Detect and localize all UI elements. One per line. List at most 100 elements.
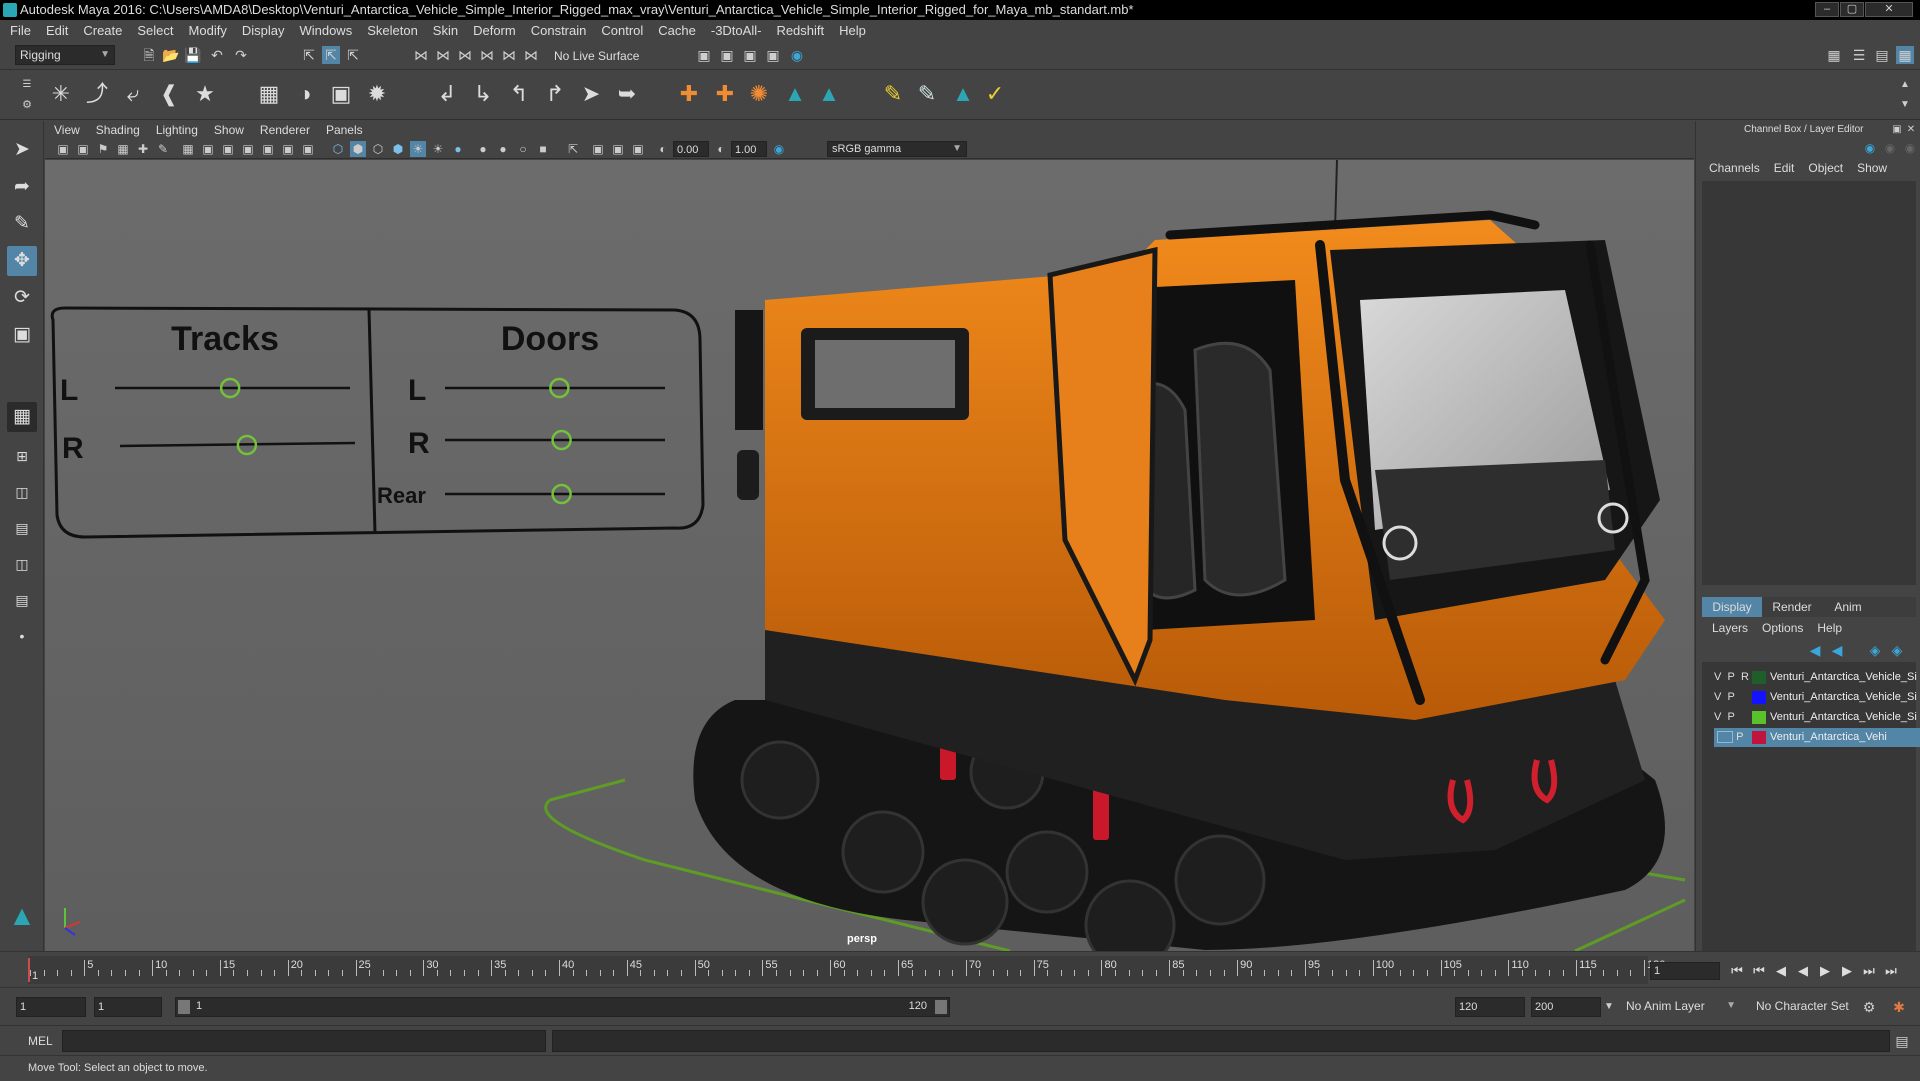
shelf-scroll-down-icon[interactable]: ▼	[1896, 96, 1914, 114]
layer-color-swatch[interactable]	[1752, 731, 1766, 744]
command-input[interactable]	[62, 1030, 546, 1052]
wireframe-icon[interactable]: ⬡	[330, 141, 346, 157]
new-scene-icon[interactable]: 🗎	[140, 46, 158, 64]
gamma-field[interactable]: 1.00	[731, 141, 767, 157]
menu-skin[interactable]: Skin	[433, 23, 458, 38]
render-view-icon[interactable]: ▣	[695, 46, 713, 64]
menu-help[interactable]: Help	[839, 23, 866, 38]
camera-select-icon[interactable]: ▣	[55, 141, 71, 157]
move-layer-up-icon[interactable]: ◀	[1806, 641, 1824, 659]
field-chart-icon[interactable]: ▣	[260, 141, 276, 157]
xray-joints-icon[interactable]: ○	[515, 141, 531, 157]
panel-menu-lighting[interactable]: Lighting	[156, 123, 198, 137]
safe-title-icon[interactable]: ▣	[300, 141, 316, 157]
parent-constraint-icon[interactable]: ↲	[432, 79, 462, 109]
step-forward-key-icon[interactable]: ⏭	[1860, 962, 1878, 980]
menu-redshift[interactable]: Redshift	[776, 23, 824, 38]
persp-viewport[interactable]: Tracks Doors L R L R Rear persp	[45, 160, 1694, 951]
humanik-icon[interactable]: ★	[190, 79, 220, 109]
mirror-joint-icon[interactable]: ❰	[154, 79, 184, 109]
script-editor-icon[interactable]: ▤	[1893, 1032, 1911, 1050]
single-pane-icon[interactable]: ▦	[7, 402, 37, 432]
smooth-bind-icon[interactable]: ✎	[912, 79, 942, 109]
curve-icon[interactable]: ✚	[710, 79, 740, 109]
layer-color-swatch[interactable]	[1752, 711, 1766, 724]
lasso-tool-icon[interactable]: ➦	[7, 172, 37, 202]
cluster-icon[interactable]: ✹	[362, 79, 392, 109]
ik-spline-icon[interactable]: ⤶	[118, 79, 148, 109]
color-management-icon[interactable]: ◉	[771, 141, 787, 157]
exposure-field[interactable]: 0.00	[673, 141, 709, 157]
ambient-occlusion-icon[interactable]: ●	[450, 141, 466, 157]
wireframe-on-shaded-icon[interactable]: ⬡	[370, 141, 386, 157]
layer-menu-help[interactable]: Help	[1817, 621, 1842, 637]
film-gate-icon[interactable]: ▣	[200, 141, 216, 157]
channel-menu-channels[interactable]: Channels	[1709, 161, 1760, 177]
redo-icon[interactable]: ↷	[232, 46, 250, 64]
channel-icon-1[interactable]: ◉	[1861, 139, 1879, 157]
shelf-settings-icon[interactable]: ⚙	[18, 96, 36, 114]
2d-pan-zoom-icon[interactable]: ✚	[135, 141, 151, 157]
hypershade-icon[interactable]: ◉	[788, 46, 806, 64]
lights-icon[interactable]: ☀	[410, 141, 426, 157]
shadows-icon[interactable]: ☀	[430, 141, 446, 157]
range-end-handle[interactable]	[935, 1000, 947, 1014]
menu-set-dropdown[interactable]: Rigging ▼	[15, 45, 115, 65]
custom-layout-icon[interactable]: •	[7, 621, 37, 651]
attribute-editor-icon[interactable]: ☰	[1850, 46, 1868, 64]
menu-modify[interactable]: Modify	[189, 23, 227, 38]
menu-cache[interactable]: Cache	[658, 23, 696, 38]
close-button[interactable]: ✕	[1865, 2, 1913, 17]
panel-menu-renderer[interactable]: Renderer	[260, 123, 310, 137]
menu-display[interactable]: Display	[242, 23, 285, 38]
playback-end-field[interactable]: 120	[1455, 997, 1525, 1017]
safe-action-icon[interactable]: ▣	[280, 141, 296, 157]
save-scene-icon[interactable]: 💾	[184, 46, 202, 64]
depth-of-field-icon[interactable]: ▣	[610, 141, 626, 157]
tab-display[interactable]: Display	[1702, 597, 1762, 617]
play-backward-icon[interactable]: ◀	[1794, 962, 1812, 980]
layer-menu-options[interactable]: Options	[1762, 621, 1803, 637]
layer-row[interactable]: V P Venturi_Antarctica_Vehicle_Si	[1714, 708, 1920, 727]
pole-vector-icon[interactable]: ➥	[612, 79, 642, 109]
p-toggle[interactable]: P	[1727, 691, 1734, 703]
scale-tool-icon[interactable]: ▣	[7, 320, 37, 350]
grid-icon[interactable]: ▦	[180, 141, 196, 157]
range-slider[interactable]: 1 120	[175, 997, 950, 1017]
menu-windows[interactable]: Windows	[299, 23, 352, 38]
layer-color-swatch[interactable]	[1752, 671, 1766, 684]
menu-edit[interactable]: Edit	[46, 23, 68, 38]
end-time-field[interactable]: 200	[1531, 997, 1601, 1017]
maya-tool-icon-2[interactable]: ▲	[814, 79, 844, 109]
go-to-start-icon[interactable]: ⏮	[1728, 962, 1746, 980]
panel-menu-view[interactable]: View	[54, 123, 80, 137]
live-surface-field[interactable]: No Live Surface	[550, 47, 650, 65]
rotate-tool-icon[interactable]: ⟳	[7, 283, 37, 313]
start-time-field[interactable]: 1	[16, 997, 86, 1017]
hud-icon[interactable]: ⇱	[565, 141, 581, 157]
menu-file[interactable]: File	[10, 23, 31, 38]
textured-icon[interactable]: ⬢	[390, 141, 406, 157]
p-toggle[interactable]: P	[1727, 671, 1734, 683]
current-time-marker[interactable]	[28, 958, 30, 982]
camera-attributes-icon[interactable]: ▣	[75, 141, 91, 157]
two-pane-icon[interactable]: ◫	[7, 477, 37, 507]
panel-menu-panels[interactable]: Panels	[326, 123, 363, 137]
channel-icon-3[interactable]: ◉	[1901, 139, 1919, 157]
gate-mask-icon[interactable]: ▣	[240, 141, 256, 157]
v-toggle[interactable]: V	[1714, 691, 1721, 703]
snap-curve-icon[interactable]: ⋈	[434, 46, 452, 64]
maya-tool-icon-1[interactable]: ▲	[780, 79, 810, 109]
close-panel-icon[interactable]: ✕	[1902, 121, 1920, 139]
wrap-icon[interactable]: ▣	[326, 79, 356, 109]
menu-skeleton[interactable]: Skeleton	[367, 23, 418, 38]
select-hierarchy-icon[interactable]: ⇱	[300, 46, 318, 64]
locator-icon[interactable]: ✚	[674, 79, 704, 109]
maya-tool-icon-3[interactable]: ▲	[948, 79, 978, 109]
lattice-icon[interactable]: ▦	[254, 79, 284, 109]
step-back-key-icon[interactable]: ⏮	[1750, 962, 1768, 980]
v-toggle[interactable]: V	[1714, 671, 1721, 683]
aim-constraint-icon[interactable]: ➤	[576, 79, 606, 109]
menu-control[interactable]: Control	[601, 23, 643, 38]
panel-menu-show[interactable]: Show	[214, 123, 244, 137]
